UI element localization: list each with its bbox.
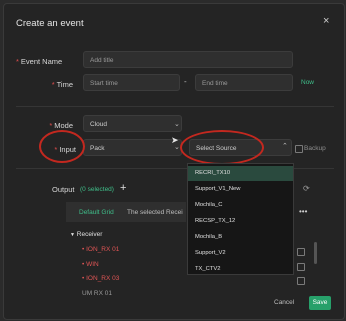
receiver-item[interactable]: • ION_RX 01 [82, 246, 119, 253]
source-option[interactable]: RECRI_TX10 [188, 166, 293, 181]
receiver-checkbox[interactable] [297, 263, 305, 271]
tab-default-grid[interactable]: Default Grid [79, 209, 114, 216]
caret-down-icon: ▼ [70, 232, 75, 238]
end-time-input[interactable]: End time [195, 74, 293, 91]
output-label: Output [52, 185, 75, 194]
event-name-input[interactable]: Add title [83, 51, 293, 68]
time-label: * Time [51, 80, 73, 89]
chevron-up-icon: ⌃ [282, 143, 288, 150]
source-option[interactable]: Support_V1_New [188, 182, 293, 197]
receiver-item[interactable]: • ION_RX 03 [82, 275, 119, 282]
event-name-label: * Event Name [16, 57, 63, 66]
receiver-group[interactable]: ▼ Receiver [70, 231, 102, 238]
receiver-checkbox[interactable] [297, 277, 305, 285]
mode-label: * Mode [49, 121, 73, 130]
receiver-item[interactable]: UM RX 01 [82, 290, 112, 297]
receiver-checkbox[interactable] [297, 248, 305, 256]
divider [16, 106, 334, 107]
mouse-cursor-icon: ➤ [171, 135, 179, 145]
output-selected-count: (0 selected) [80, 186, 114, 193]
dialog-title: Create an event [16, 18, 84, 29]
save-button[interactable]: Save [309, 296, 331, 310]
chevron-down-icon: ⌄ [174, 121, 180, 128]
source-dropdown: RECRI_TX10 Support_V1_New Mochila_C RECS… [187, 163, 294, 275]
receiver-item[interactable]: • WIN [82, 261, 99, 268]
more-options-icon[interactable]: ••• [299, 207, 307, 216]
source-option[interactable]: Mochila_C [188, 198, 293, 213]
refresh-icon[interactable]: ⟳ [303, 184, 310, 193]
now-link[interactable]: Now [301, 79, 314, 86]
source-option[interactable]: RECSP_TX_12 [188, 214, 293, 229]
source-option[interactable]: Support_V2 [188, 246, 293, 261]
annotation-circle-input [39, 130, 85, 163]
annotation-circle-source [180, 130, 264, 165]
mode-select[interactable]: Cloud [83, 115, 182, 132]
add-output-icon[interactable]: + [120, 182, 126, 194]
close-icon[interactable]: × [323, 15, 329, 27]
input-type-select[interactable]: Pack [83, 139, 182, 156]
cancel-button[interactable]: Cancel [274, 296, 294, 310]
create-event-dialog: Create an event × * Event Name Add title … [3, 3, 345, 320]
source-option[interactable]: TX_CTV2 [188, 262, 293, 277]
backup-label: Backup [304, 145, 326, 152]
selected-receivers-info: The selected Recei [127, 209, 183, 216]
source-option[interactable]: Mochila_B [188, 230, 293, 245]
backup-checkbox[interactable] [295, 145, 303, 153]
scrollbar[interactable] [314, 242, 317, 264]
time-separator: - [184, 77, 187, 86]
start-time-input[interactable]: Start time [83, 74, 180, 91]
